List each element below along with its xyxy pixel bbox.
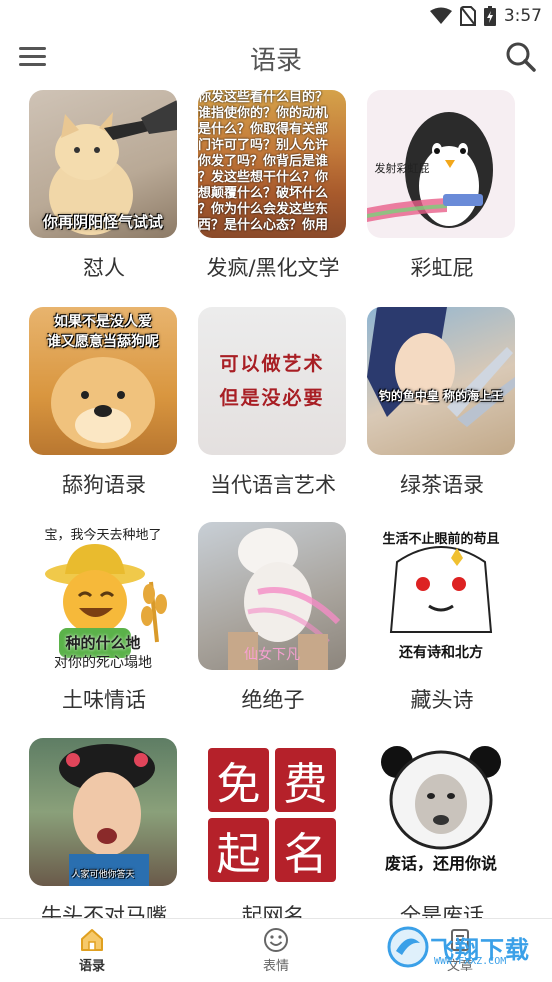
nav-label: 语录 — [78, 959, 105, 974]
thumbnail-caption: 但是没必要 — [219, 387, 325, 409]
category-thumbnail: 仙女下凡 — [198, 522, 346, 670]
category-label: 全是废话 — [400, 904, 484, 918]
seal-char: 名 — [275, 818, 336, 882]
category-label: 藏头诗 — [410, 688, 474, 712]
thumbnail-caption: 可以做艺术 — [219, 353, 325, 375]
category-thumbnail: 人家可他你答天 — [29, 738, 177, 886]
text-line: 西？是什么心态？你用 — [198, 218, 329, 233]
category-label: 土味情话 — [62, 688, 146, 712]
text-line: 谁指使你的？你的动机 — [198, 106, 329, 121]
nav-label: 表情 — [262, 959, 289, 974]
category-thumbnail: 如果不是没人爱 谁又愿意当舔狗呢 — [29, 307, 177, 455]
category-thumbnail: 免 费 起 名 — [198, 738, 346, 886]
search-button[interactable] — [504, 40, 538, 74]
seal-char: 费 — [275, 748, 336, 812]
opera-woman-image — [59, 744, 155, 886]
wifi-icon — [429, 7, 452, 24]
category-label: 绿茶语录 — [400, 473, 484, 497]
thumbnail-caption: 种的什么地 — [65, 634, 141, 652]
seal-char: 免 — [208, 748, 269, 812]
thumbnail-caption: 生活不止眼前的苟且 — [382, 532, 500, 547]
category-thumbnail: 宝，我今天去种地了 种的什么地 对你的死心塌地 — [29, 522, 177, 670]
category-card[interactable]: 废话，还用你说 全是废话 — [367, 738, 517, 918]
category-card[interactable]: 发射彩虹屁 彩虹屁 — [367, 90, 517, 282]
thumbnail-caption: 宝，我今天去种地了 — [44, 528, 162, 543]
category-grid: 你再阴阳怪气试试 怼人 你发这些看什么目的？ 谁指使你的？你的动机 是什么？你取… — [0, 84, 552, 918]
home-icon — [81, 929, 103, 951]
category-thumbnail: 你发这些看什么目的？ 谁指使你的？你的动机 是什么？你取得有关部 门许可了吗？别… — [198, 90, 346, 238]
search-icon — [506, 42, 536, 72]
no-sim-icon — [459, 6, 476, 26]
watermark: 飞翔下载 WWW.FXXZ.COM — [386, 924, 542, 970]
text-line: ？发这些想干什么？你 — [198, 170, 329, 185]
category-card[interactable]: 你发这些看什么目的？ 谁指使你的？你的动机 是什么？你取得有关部 门许可了吗？别… — [198, 90, 348, 282]
text-line: 想颠覆什么？破坏什么 — [198, 186, 329, 201]
category-card[interactable]: 你再阴阳怪气试试 怼人 — [29, 90, 179, 282]
category-card[interactable]: 生活不止眼前的苟且 还有诗和北方 藏头诗 — [367, 522, 517, 714]
category-label: 绝绝子 — [241, 688, 305, 712]
seal-grid: 免 费 起 名 — [208, 748, 336, 882]
category-card[interactable]: 如果不是没人爱 谁又愿意当舔狗呢 舔狗语录 — [29, 307, 179, 499]
category-label: 怼人 — [83, 256, 125, 280]
text-line: ？你为什么会发这些东 — [198, 202, 329, 217]
category-label: 发疯/黑化文学 — [206, 256, 340, 280]
app-bar: 语录 — [0, 34, 552, 84]
anime-image — [367, 307, 515, 427]
category-thumbnail: 发射彩虹屁 — [367, 90, 515, 238]
category-label: 彩虹屁 — [410, 256, 474, 280]
thumbnail-caption: 发射彩虹屁 — [374, 162, 430, 175]
category-card[interactable]: 钓的鱼中皇 称的海上王 绿茶语录 — [367, 307, 517, 499]
category-thumbnail: 钓的鱼中皇 称的海上王 — [367, 307, 515, 455]
nav-tab-quotes[interactable]: 语录 — [0, 919, 184, 982]
category-card[interactable]: 宝，我今天去种地了 种的什么地 对你的死心塌地 土味情话 — [29, 522, 179, 714]
thumbnail-caption: 废话，还用你说 — [384, 854, 497, 873]
text-line: 门许可了吗？别人允许 — [198, 138, 329, 153]
category-thumbnail: 废话，还用你说 — [367, 738, 515, 886]
category-card[interactable]: 仙女下凡 绝绝子 — [198, 522, 348, 714]
status-time: 3:57 — [503, 6, 542, 26]
thumbnail-caption: 你再阴阳怪气试试 — [42, 213, 163, 231]
thumbnail-text-block: 你发这些看什么目的？ 谁指使你的？你的动机 是什么？你取得有关部 门许可了吗？别… — [198, 90, 346, 234]
thumbnail-caption: 对你的死心塌地 — [54, 655, 152, 670]
category-thumbnail: 可以做艺术 但是没必要 — [198, 307, 346, 455]
thumbnail-caption: 谁又愿意当舔狗呢 — [47, 334, 159, 350]
thumbnail-caption: 如果不是没人爱 — [54, 314, 152, 330]
page-title: 语录 — [249, 46, 302, 76]
status-bar: 3:57 — [0, 0, 552, 32]
thumbnail-caption: 还有诗和北方 — [399, 645, 483, 661]
text-line: 你发这些看什么目的？ — [198, 90, 329, 105]
watermark-url: WWW.FXXZ.COM — [434, 956, 507, 967]
text-line: 你发了吗？你背后是谁 — [198, 154, 329, 169]
smile-icon — [264, 928, 288, 952]
text-line: 是什么？你取得有关部 — [198, 122, 329, 137]
battery-icon — [483, 6, 496, 26]
category-label: 起网名 — [241, 904, 305, 918]
category-label: 当代语言艺术 — [210, 473, 336, 497]
category-label: 牛头不对马嘴 — [41, 904, 167, 918]
thumbnail-caption: 仙女下凡 — [244, 647, 300, 663]
category-label: 舔狗语录 — [62, 473, 146, 497]
nav-tab-emoji[interactable]: 表情 — [184, 919, 368, 982]
thumbnail-caption: 钓的鱼中皇 称的海上王 — [378, 389, 504, 403]
category-card[interactable]: 人家可他你答天 牛头不对马嘴 — [29, 738, 179, 918]
watermark-logo-icon — [387, 926, 429, 968]
category-card[interactable]: 可以做艺术 但是没必要 当代语言艺术 — [198, 307, 348, 499]
category-thumbnail: 你再阴阳怪气试试 — [29, 90, 177, 238]
category-thumbnail: 生活不止眼前的苟且 还有诗和北方 — [367, 522, 515, 670]
category-card[interactable]: 免 费 起 名 起网名 — [198, 738, 348, 918]
thumbnail-caption: 人家可他你答天 — [71, 870, 135, 880]
seal-char: 起 — [208, 818, 269, 882]
